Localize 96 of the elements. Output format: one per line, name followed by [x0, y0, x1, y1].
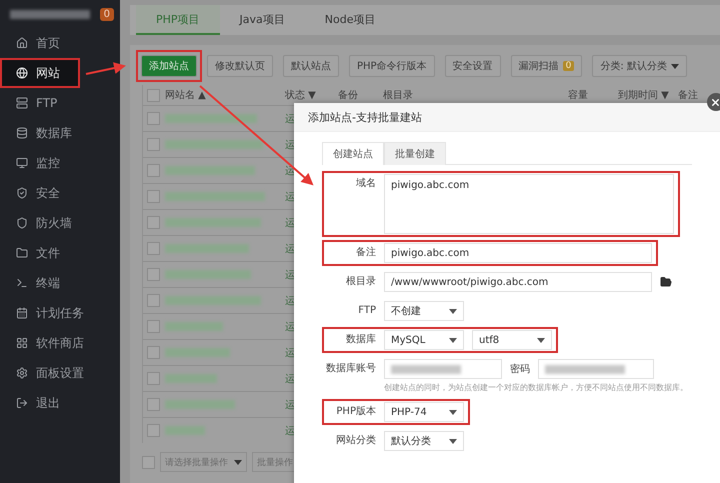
status-text: 运	[285, 346, 295, 360]
sidebar-item[interactable]: 退出	[0, 388, 120, 418]
field-label: 数据库	[345, 332, 376, 347]
monitor-icon	[16, 157, 28, 169]
toolbar-button[interactable]: 修改默认页	[207, 55, 273, 77]
status-text: 运	[285, 424, 295, 438]
notification-badge: 0	[100, 8, 114, 20]
logout-icon	[16, 397, 28, 409]
field-label: PHP版本	[335, 404, 376, 419]
status-text: 运	[285, 216, 295, 230]
checkbox[interactable]	[147, 398, 160, 411]
toolbar-button[interactable]: 漏洞扫描 0	[510, 55, 582, 77]
folder-icon[interactable]	[660, 276, 672, 288]
checkbox[interactable]	[147, 216, 160, 229]
project-tab[interactable]: Node项目	[304, 5, 396, 35]
shield-check-icon	[16, 187, 28, 199]
select-field[interactable]: PHP-74	[384, 402, 464, 422]
folder-icon	[16, 247, 28, 259]
database-icon	[16, 127, 28, 139]
checkbox[interactable]	[147, 320, 160, 333]
select-field[interactable]: 不创建	[384, 301, 464, 321]
column-header[interactable]: 备注	[678, 88, 698, 102]
toolbar-button[interactable]: PHP命令行版本	[349, 55, 435, 77]
checkbox[interactable]	[147, 88, 160, 102]
calendar-icon	[16, 307, 28, 319]
select-field[interactable]: utf8	[472, 330, 552, 350]
project-tab[interactable]: Java项目	[220, 5, 305, 35]
column-header[interactable]: 网站名 ▲	[165, 88, 206, 102]
checkbox[interactable]	[147, 424, 160, 437]
dialog-title: 添加站点-支持批量建站	[294, 103, 720, 132]
sidebar-item[interactable]: 软件商店	[0, 328, 120, 358]
toolbar-button[interactable]: 默认站点	[283, 55, 339, 77]
path-input[interactable]: /www/wwwroot/piwigo.abc.com	[384, 272, 652, 292]
sidebar-item[interactable]: 计划任务	[0, 298, 120, 328]
field-label: 根目录	[345, 274, 376, 289]
column-header[interactable]: 到期时间 ▼	[618, 88, 669, 102]
checkbox[interactable]	[147, 346, 160, 359]
account-input[interactable]	[384, 359, 502, 379]
checkbox[interactable]	[147, 242, 160, 255]
dialog-tab[interactable]: 创建站点	[322, 142, 384, 165]
hint-text: 创建站点的同时，为站点创建一个对应的数据库帐户，方便不同站点使用不同数据库。	[384, 382, 688, 393]
field-label: 备注	[355, 246, 376, 260]
settings-icon	[16, 367, 28, 379]
status-text: 运	[285, 112, 295, 126]
checkbox[interactable]	[142, 456, 155, 468]
text-input[interactable]: piwigo.abc.com	[384, 243, 652, 263]
sidebar-item[interactable]: 网站	[0, 58, 80, 88]
select-field[interactable]: 默认分类	[384, 431, 464, 451]
checkbox[interactable]	[147, 138, 160, 151]
sidebar-item[interactable]: 首页	[0, 28, 120, 58]
status-text: 运	[285, 372, 295, 386]
field-label: 数据库账号	[325, 362, 376, 376]
field-label: 网站分类	[335, 434, 376, 448]
status-text: 运	[285, 320, 295, 334]
dialog-tab[interactable]: 批量创建	[384, 142, 446, 165]
sidebar-item[interactable]: FTP	[0, 88, 120, 118]
select-field[interactable]: MySQL	[384, 330, 464, 350]
column-header[interactable]: 容量	[568, 88, 588, 102]
status-text: 运	[285, 138, 295, 152]
sidebar-item[interactable]: 数据库	[0, 118, 120, 148]
sidebar-item[interactable]: 安全	[0, 178, 120, 208]
status-text: 运	[285, 398, 295, 412]
status-text: 运	[285, 268, 295, 282]
checkbox[interactable]	[147, 268, 160, 281]
domain-textarea[interactable]: piwigo.abc.com	[384, 174, 674, 234]
globe-icon	[16, 67, 28, 79]
column-header[interactable]: 根目录	[383, 88, 413, 102]
terminal-icon	[16, 277, 28, 289]
sidebar-item[interactable]: 终端	[0, 268, 120, 298]
home-icon	[16, 37, 28, 49]
category-dropdown[interactable]: 分类: 默认分类	[592, 55, 687, 77]
checkbox[interactable]	[147, 190, 160, 203]
status-text: 运	[285, 190, 295, 204]
sidebar-item[interactable]: 文件	[0, 238, 120, 268]
field-label: FTP	[357, 304, 376, 318]
column-header[interactable]: 备份	[338, 88, 358, 102]
grid-icon	[16, 337, 28, 349]
checkbox[interactable]	[147, 294, 160, 307]
column-header[interactable]: 状态 ▼	[285, 88, 316, 102]
sidebar-item[interactable]: 防火墙	[0, 208, 120, 238]
status-text: 运	[285, 294, 295, 308]
password-input[interactable]	[538, 359, 654, 379]
add-site-button[interactable]: 添加站点	[141, 55, 197, 77]
shield-icon	[16, 217, 28, 229]
checkbox[interactable]	[147, 164, 160, 177]
status-text: 运	[285, 242, 295, 256]
server-icon	[16, 97, 28, 109]
checkbox[interactable]	[147, 112, 160, 125]
close-icon	[710, 96, 720, 108]
checkbox[interactable]	[147, 372, 160, 385]
toolbar-button[interactable]: 安全设置	[444, 55, 501, 77]
annotation-arrow	[86, 62, 126, 75]
sidebar-item[interactable]: 面板设置	[0, 358, 120, 388]
field-label: 域名	[355, 176, 376, 191]
sidebar-item[interactable]: 监控	[0, 148, 120, 178]
field-label: 密码	[510, 362, 530, 376]
